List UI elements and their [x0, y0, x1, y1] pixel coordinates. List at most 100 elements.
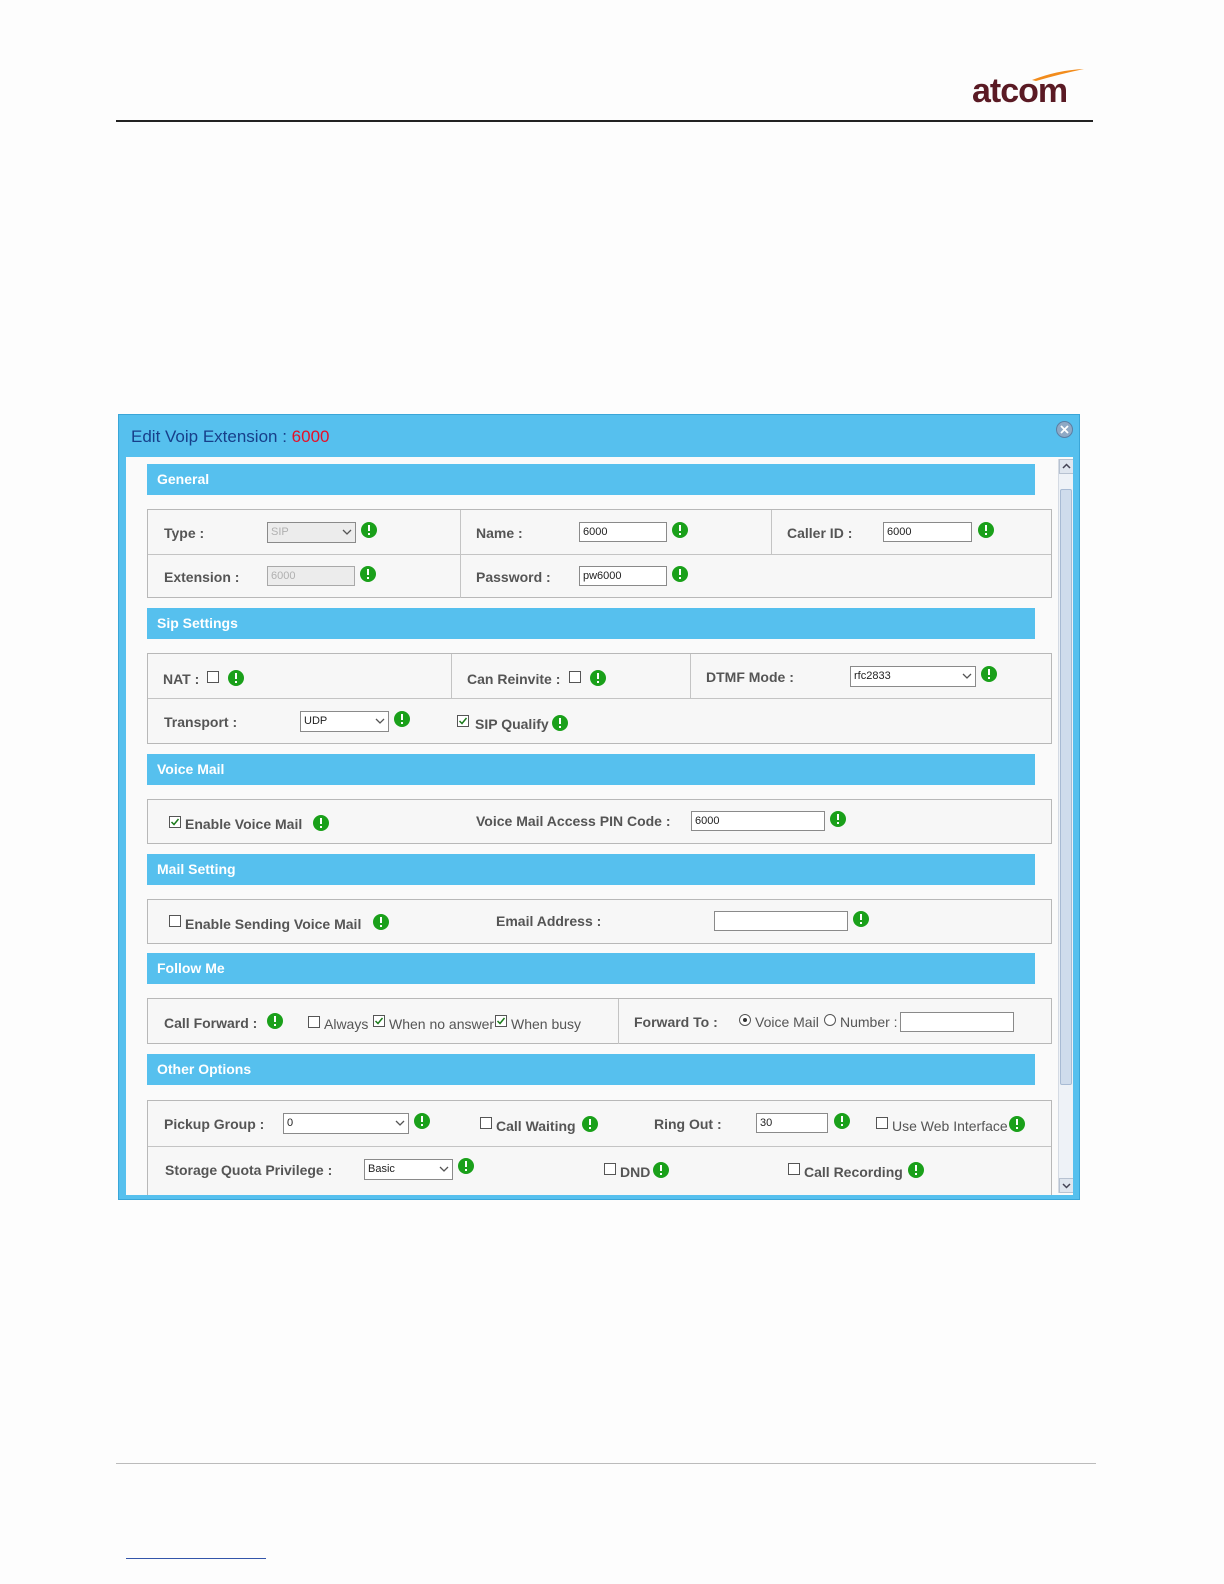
dnd-checkbox[interactable] [604, 1163, 616, 1175]
enable-voice-mail-checkbox[interactable] [169, 816, 181, 828]
enable-voice-mail-label: Enable Voice Mail [185, 816, 303, 832]
info-icon[interactable] [981, 666, 997, 682]
info-icon[interactable] [228, 670, 244, 686]
storage-quota-label: Storage Quota Privilege : [165, 1162, 333, 1178]
scroll-down-icon[interactable] [1059, 1178, 1073, 1193]
caller-id-label: Caller ID : [787, 525, 853, 541]
info-icon[interactable] [978, 522, 994, 538]
atcom-logo: atcom [972, 68, 1087, 110]
storage-quota-select[interactable]: Basic [364, 1159, 453, 1180]
enable-sending-voice-mail-checkbox[interactable] [169, 915, 181, 927]
when-no-answer-label: When no answer [389, 1016, 495, 1032]
info-icon[interactable] [414, 1113, 430, 1129]
call-recording-label: Call Recording [804, 1164, 903, 1180]
footer-rule [116, 1463, 1096, 1464]
check-icon [458, 717, 468, 725]
check-icon [170, 818, 180, 826]
email-address-input[interactable] [714, 911, 848, 931]
caller-id-input[interactable]: 6000 [883, 522, 972, 542]
info-icon[interactable] [373, 914, 389, 930]
email-address-label: Email Address : [496, 913, 602, 929]
nat-label: NAT : [163, 671, 200, 687]
nat-checkbox[interactable] [207, 671, 219, 683]
when-busy-checkbox[interactable] [495, 1015, 507, 1027]
col-divider [451, 654, 452, 698]
other-options-panel: Pickup Group : 0 Call Waiting Ring Out :… [147, 1100, 1052, 1195]
info-icon[interactable] [672, 566, 688, 582]
section-voice-mail: Voice Mail [147, 754, 1035, 785]
call-recording-checkbox[interactable] [788, 1163, 800, 1175]
col-divider [690, 654, 691, 698]
header-rule [116, 120, 1093, 122]
row-divider [148, 698, 1051, 699]
scroll-thumb[interactable] [1060, 489, 1072, 1085]
type-select[interactable]: SIP [267, 522, 356, 543]
info-icon[interactable] [672, 522, 688, 538]
always-label: Always [324, 1016, 369, 1032]
pin-code-label: Voice Mail Access PIN Code : [476, 813, 671, 829]
extension-input[interactable]: 6000 [267, 566, 355, 586]
pin-code-input[interactable]: 6000 [691, 811, 825, 831]
can-reinvite-checkbox[interactable] [569, 671, 581, 683]
info-icon[interactable] [361, 522, 377, 538]
info-icon[interactable] [1009, 1116, 1025, 1132]
voicemail-panel: Enable Voice Mail Voice Mail Access PIN … [147, 799, 1052, 844]
password-input[interactable]: pw6000 [579, 566, 667, 586]
when-no-answer-checkbox[interactable] [373, 1015, 385, 1027]
number-label: Number : [840, 1014, 898, 1030]
transport-value: UDP [304, 715, 328, 727]
transport-label: Transport : [164, 714, 238, 730]
ring-out-label: Ring Out : [654, 1116, 722, 1132]
section-mail-setting: Mail Setting [147, 854, 1035, 885]
dtmf-mode-select[interactable]: rfc2833 [850, 666, 976, 687]
chevron-down-icon [395, 1120, 405, 1126]
pickup-group-label: Pickup Group : [164, 1116, 265, 1132]
sip-qualify-label: SIP Qualify [475, 716, 549, 732]
password-label: Password : [476, 569, 551, 585]
voice-mail-radio[interactable] [739, 1014, 751, 1026]
scroll-up-icon[interactable] [1059, 459, 1073, 474]
ring-out-input[interactable]: 30 [756, 1113, 828, 1133]
section-sip-settings: Sip Settings [147, 608, 1035, 639]
info-icon[interactable] [590, 670, 606, 686]
info-icon[interactable] [394, 711, 410, 727]
transport-select[interactable]: UDP [300, 711, 389, 732]
row-divider [148, 1146, 1051, 1147]
info-icon[interactable] [853, 911, 869, 927]
info-icon[interactable] [313, 815, 329, 831]
can-reinvite-label: Can Reinvite : [467, 671, 561, 687]
chevron-down-icon [375, 718, 385, 724]
scrollbar[interactable] [1058, 459, 1073, 1193]
section-general: General [147, 464, 1035, 495]
extension-label: Extension : [164, 569, 240, 585]
info-icon[interactable] [582, 1116, 598, 1132]
chevron-down-icon [342, 529, 352, 535]
forward-to-label: Forward To : [634, 1014, 718, 1030]
info-icon[interactable] [360, 566, 376, 582]
number-radio[interactable] [824, 1014, 836, 1026]
call-waiting-checkbox[interactable] [480, 1117, 492, 1129]
pickup-group-select[interactable]: 0 [283, 1113, 409, 1134]
close-icon[interactable] [1056, 421, 1073, 438]
info-icon[interactable] [830, 811, 846, 827]
always-checkbox[interactable] [308, 1016, 320, 1028]
info-icon[interactable] [834, 1113, 850, 1129]
chevron-down-icon [962, 673, 972, 679]
dnd-label: DND [620, 1164, 651, 1180]
name-label: Name : [476, 525, 523, 541]
dialog-title-extension: 6000 [291, 427, 330, 446]
sip-qualify-checkbox[interactable] [457, 715, 469, 727]
use-web-interface-label: Use Web Interface [892, 1118, 1008, 1134]
use-web-interface-checkbox[interactable] [876, 1117, 888, 1129]
forward-number-input[interactable] [900, 1012, 1014, 1032]
info-icon[interactable] [552, 715, 568, 731]
info-icon[interactable] [653, 1162, 669, 1178]
name-input[interactable]: 6000 [579, 522, 667, 542]
info-icon[interactable] [458, 1158, 474, 1174]
pickup-group-value: 0 [287, 1117, 294, 1129]
dtmf-mode-label: DTMF Mode : [706, 669, 794, 685]
info-icon[interactable] [908, 1162, 924, 1178]
footer-link-underline [126, 1558, 266, 1559]
check-icon [374, 1017, 384, 1025]
info-icon[interactable] [267, 1013, 283, 1029]
